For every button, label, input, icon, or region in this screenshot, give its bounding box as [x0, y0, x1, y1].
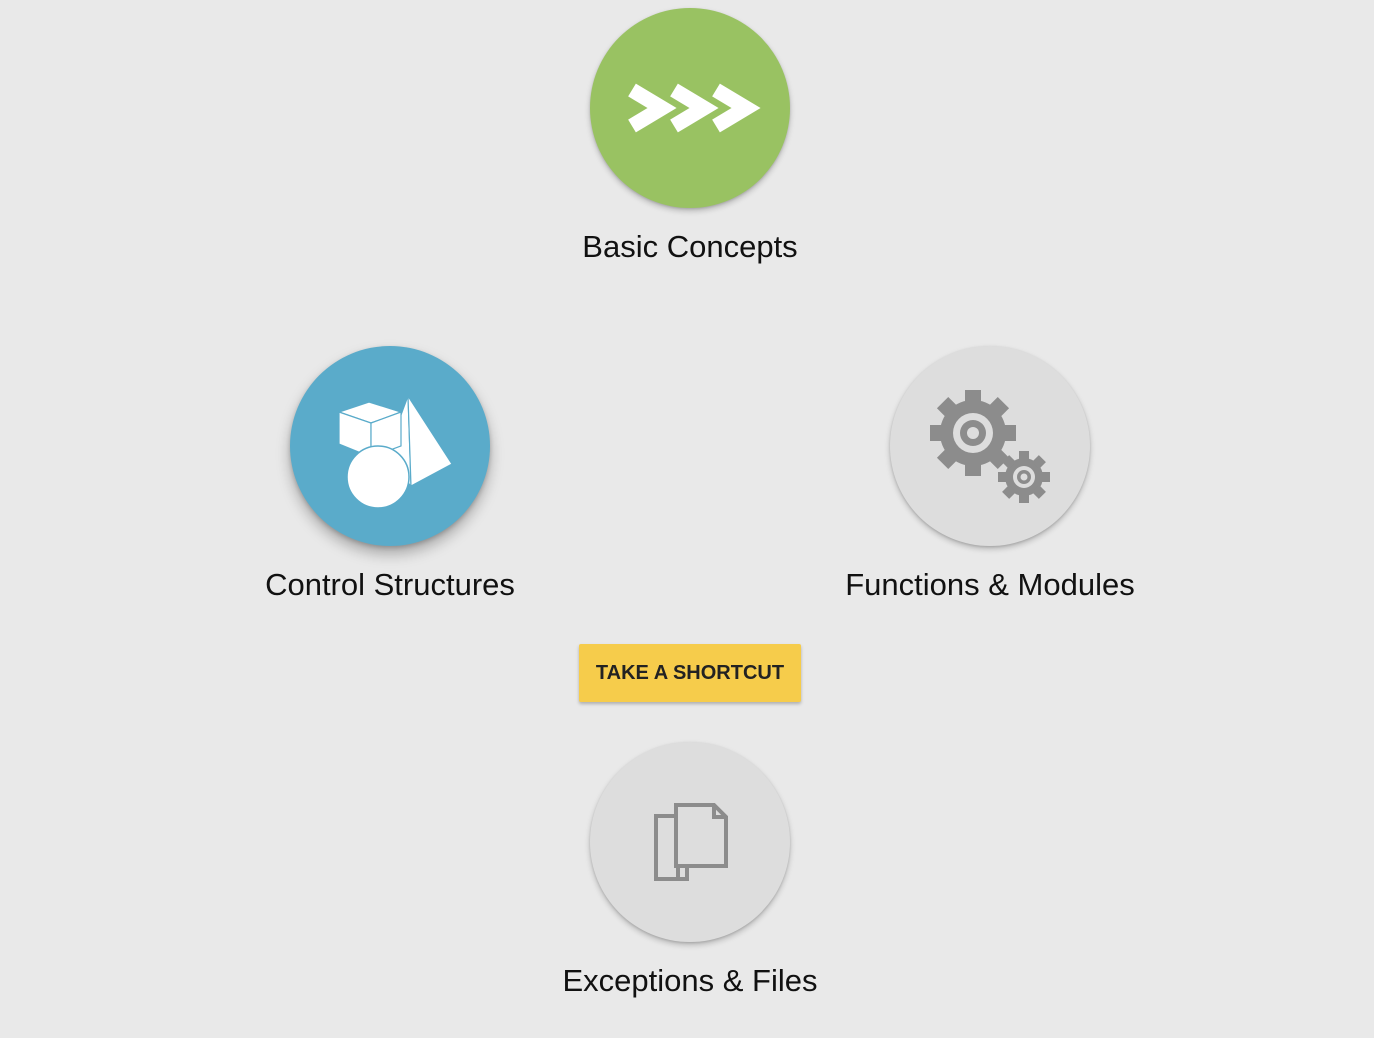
module-functions-modules[interactable]: Functions & Modules: [830, 346, 1150, 604]
shapes-icon: [337, 393, 453, 509]
take-shortcut-button[interactable]: TAKE A SHORTCUT: [579, 644, 801, 702]
module-exceptions-files[interactable]: Exceptions & Files: [530, 742, 850, 1000]
module-control-structures[interactable]: Control Structures: [230, 346, 550, 604]
module-basic-concepts[interactable]: Basic Concepts: [530, 8, 850, 266]
chevrons-icon: [628, 83, 761, 133]
module-control-structures-label: Control Structures: [265, 567, 515, 602]
module-functions-modules-button[interactable]: [890, 346, 1090, 546]
module-functions-modules-label: Functions & Modules: [845, 567, 1135, 602]
module-exceptions-files-button[interactable]: [590, 742, 790, 942]
module-exceptions-files-label: Exceptions & Files: [562, 963, 818, 998]
module-control-structures-button[interactable]: [290, 346, 490, 546]
module-basic-concepts-button[interactable]: [590, 8, 790, 208]
documents-icon: [654, 803, 728, 881]
module-basic-concepts-label: Basic Concepts: [582, 229, 798, 264]
gears-icon: [930, 390, 1050, 503]
